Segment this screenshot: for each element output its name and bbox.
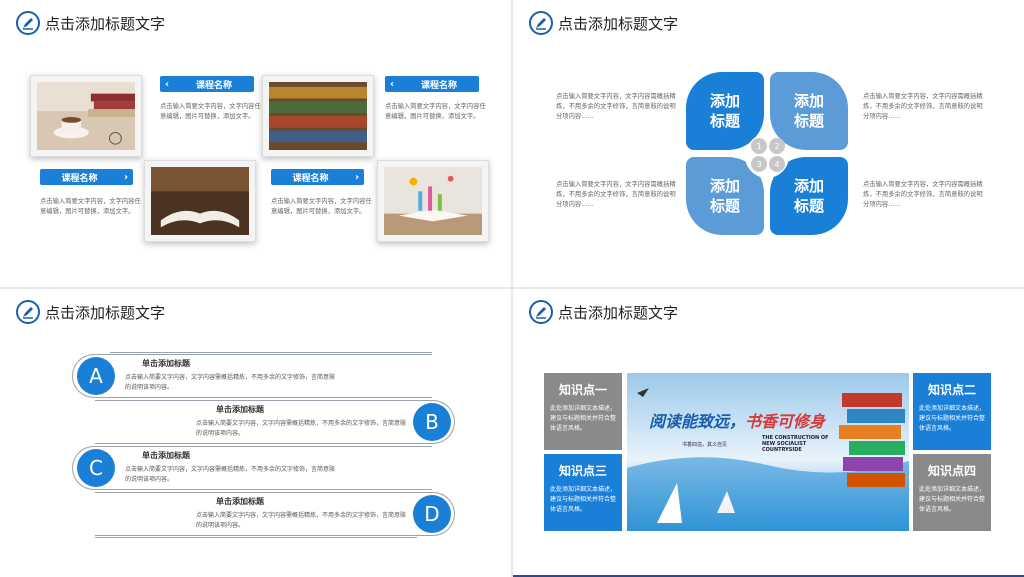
knowledge-point-3[interactable]: 知识点三 此处添加详细文本描述，建议与标题相关并符合整体语言风格。: [544, 454, 622, 531]
letter-circle-c: C: [77, 449, 115, 487]
pen-in-circle-icon: [16, 300, 40, 324]
row-title-a: 单击添加标题: [142, 359, 190, 368]
knowledge-point-2[interactable]: 知识点二 此处添加详细文本描述，建议与标题相关并符合整体语言风格。: [913, 373, 991, 450]
row-desc-a: 点击输入简要文字内容，文字内容需概括精炼，不用多余的文字修饰，言简意赅的说明该项…: [125, 374, 336, 391]
course-name-pill-1[interactable]: ‹ 课程名称: [160, 76, 254, 92]
slide-grid: 点击添加标题文字 ‹ 课程名称 点击输入简要文字内容，文字内容任意编辑，图片可替…: [0, 0, 1024, 577]
row-title-d: 单击添加标题: [216, 497, 264, 506]
course-desc-2: 点击输入简要文字内容，文字内容任意编辑，图片可替换，添加文字。: [385, 103, 486, 120]
course-desc-3: 点击输入简要文字内容，文字内容任意编辑，图片可替换，添加文字。: [40, 198, 141, 215]
banner-subtitle: 书香四溢，其义自见: [682, 442, 728, 448]
slide-title: 点击添加标题文字: [558, 303, 679, 322]
slide-header: 点击添加标题文字: [529, 300, 678, 324]
number-badge-1: 1: [751, 138, 767, 154]
row-desc-c: 点击输入简要文字内容，文字内容需概括精炼，不用多余的文字修饰，言简意赅的说明该项…: [125, 466, 336, 483]
row-desc-b: 点击输入简要文字内容，文字内容需概括精炼，不用多余的文字修饰，言简意赅的说明该项…: [196, 420, 407, 437]
slide-header: 点击添加标题文字: [16, 300, 165, 324]
pen-in-circle-icon: [529, 11, 553, 35]
banner-slogan: 阅读能致远，书香可修身: [649, 412, 826, 431]
row-desc-d: 点击输入简要文字内容，文字内容需概括精炼，不用多余的文字修饰，言简意赅的说明该项…: [196, 512, 407, 529]
pen-in-circle-icon: [16, 11, 40, 35]
number-badge-4: 4: [769, 156, 785, 172]
number-badge-2: 2: [769, 138, 785, 154]
divider-top: [110, 352, 432, 353]
course-name-pill-4[interactable]: 课程名称 ›: [271, 169, 364, 185]
text-block-top-left: 点击输入简要文字内容，文字内容需概括精炼，不用多余的文字修饰，言简意赅的说明分项…: [556, 93, 676, 120]
petal-2[interactable]: 添加 标题: [770, 72, 848, 150]
course-desc-1: 点击输入简要文字内容，文字内容任意编辑，图片可替换，添加文字。: [160, 103, 261, 120]
pen-in-circle-icon: [529, 300, 553, 324]
text-block-bottom-right: 点击输入简要文字内容，文字内容需概括精炼，不用多余的文字修饰，言简意赅的说明分项…: [863, 181, 983, 208]
row-title-c: 单击添加标题: [142, 451, 190, 460]
slide-4[interactable]: 点击添加标题文字 知识点一 此处添加详细文本描述，建议与标题相关并符合整体语言风…: [513, 289, 1024, 577]
letter-circle-a: A: [77, 357, 115, 395]
slide-2[interactable]: 点击添加标题文字 点击输入简要文字内容，文字内容需概括精炼，不用多余的文字修饰，…: [513, 0, 1024, 287]
course-desc-4: 点击输入简要文字内容，文字内容任意编辑，图片可替换，添加文字。: [271, 198, 372, 215]
banner-image: 阅读能致远，书香可修身 书香四溢，其义自见 THE CONSTRUCTION O…: [627, 373, 909, 531]
slide-title: 点击添加标题文字: [45, 303, 166, 322]
chevron-right-icon: ›: [123, 171, 129, 183]
course-name-pill-2[interactable]: ‹ 课程名称: [385, 76, 479, 92]
photo-pop-up-book: [377, 160, 489, 242]
knowledge-point-1[interactable]: 知识点一 此处添加详细文本描述，建议与标题相关并符合整体语言风格。: [544, 373, 622, 450]
slide-title: 点击添加标题文字: [558, 14, 679, 33]
divider-bottom: [95, 537, 417, 538]
slide-3[interactable]: 点击添加标题文字 A 单击添加标题 点击输入简要文字内容，文字内容需概括精炼，不…: [0, 289, 511, 577]
letter-circle-d: D: [413, 495, 451, 533]
photo-books-coffee: [30, 75, 142, 157]
text-block-top-right: 点击输入简要文字内容，文字内容需概括精炼，不用多余的文字修饰，言简意赅的说明分项…: [863, 93, 983, 120]
chevron-left-icon: ‹: [389, 78, 395, 90]
photo-library-shelves: [262, 75, 374, 157]
chevron-left-icon: ‹: [164, 78, 170, 90]
number-badge-3: 3: [751, 156, 767, 172]
photo-open-book: [144, 160, 256, 242]
letter-circle-b: B: [413, 403, 451, 441]
chevron-right-icon: ›: [354, 171, 360, 183]
text-block-bottom-left: 点击输入简要文字内容，文字内容需概括精炼，不用多余的文字修饰，言简意赅的说明分项…: [556, 181, 676, 208]
slide-header: 点击添加标题文字: [529, 11, 678, 35]
course-name-pill-3[interactable]: 课程名称 ›: [40, 169, 133, 185]
slide-title: 点击添加标题文字: [45, 14, 166, 33]
row-title-b: 单击添加标题: [216, 405, 264, 414]
slide-header: 点击添加标题文字: [16, 11, 165, 35]
knowledge-point-4[interactable]: 知识点四 此处添加详细文本描述，建议与标题相关并符合整体语言风格。: [913, 454, 991, 531]
banner-english: THE CONSTRUCTION OF NEW SOCIALIST COUNTR…: [762, 435, 829, 453]
slide-1[interactable]: 点击添加标题文字 ‹ 课程名称 点击输入简要文字内容，文字内容任意编辑，图片可替…: [0, 0, 511, 287]
